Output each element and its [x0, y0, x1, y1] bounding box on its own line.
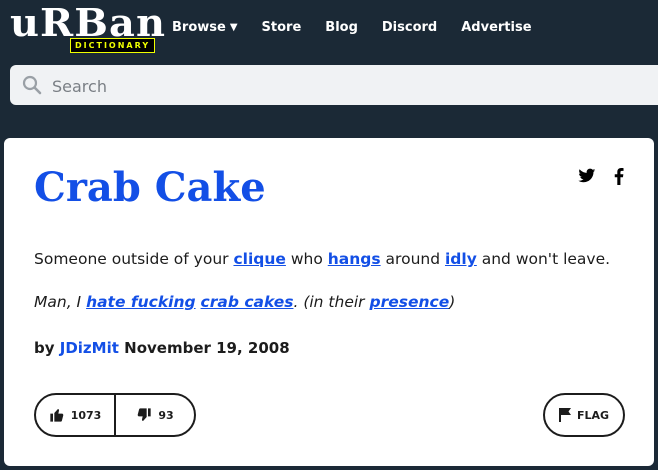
flag-label: FLAG	[576, 408, 610, 422]
nav-advertise[interactable]: Advertise	[461, 20, 531, 35]
downvote-count: 93	[158, 408, 174, 422]
search-icon	[22, 75, 42, 95]
search-input[interactable]	[50, 70, 654, 102]
caret-down-icon: ▼	[229, 22, 238, 33]
downvote-button[interactable]: 93	[116, 395, 194, 435]
thumbs-down-icon	[138, 408, 152, 421]
top-navigation-bar: uRBan DICTIONARY Browse ▼ Store Blog Dis…	[0, 0, 658, 64]
link-hate-fucking[interactable]: hate fucking	[86, 293, 196, 311]
share-buttons	[578, 168, 624, 189]
definition-example: Man, I hate fucking crab cakes. (in thei…	[34, 291, 634, 313]
twitter-icon[interactable]	[578, 168, 596, 189]
definition-card: Crab Cake Someone outside of your clique…	[4, 138, 654, 466]
example-text: Man, I	[34, 293, 87, 311]
contributor-by: by	[34, 339, 55, 357]
upvote-button[interactable]: 1073	[36, 395, 114, 435]
nav-blog[interactable]: Blog	[325, 20, 358, 35]
meaning-text: who	[285, 250, 328, 268]
meaning-text: and won't leave.	[476, 250, 611, 268]
nav-store[interactable]: Store	[262, 20, 302, 35]
search-bar	[10, 65, 658, 105]
vote-buttons: 1073 93	[34, 393, 196, 437]
facebook-icon[interactable]	[614, 168, 624, 189]
logo-subtitle: DICTIONARY	[70, 38, 156, 53]
urban-dictionary-logo[interactable]: uRBan DICTIONARY	[10, 4, 165, 56]
contributor-line: by JDizMit November 19, 2008	[34, 337, 290, 359]
link-hangs[interactable]: hangs	[328, 250, 381, 268]
thumbs-up-icon	[50, 409, 63, 422]
nav-browse[interactable]: Browse ▼	[172, 20, 238, 35]
link-presence[interactable]: presence	[369, 293, 449, 311]
link-idly[interactable]: idly	[445, 250, 477, 268]
example-text: . (in their	[293, 293, 370, 311]
definition-word[interactable]: Crab Cake	[34, 168, 266, 208]
nav-browse-label: Browse	[172, 20, 226, 35]
contribution-date: November 19, 2008	[124, 339, 290, 357]
author-link[interactable]: JDizMit	[60, 339, 119, 357]
link-crab-cakes[interactable]: crab cakes	[201, 293, 294, 311]
meaning-text: around	[380, 250, 445, 268]
example-text: )	[449, 293, 456, 311]
definition-meaning: Someone outside of your clique who hangs…	[34, 248, 634, 270]
link-clique[interactable]: clique	[233, 250, 285, 268]
flag-button[interactable]: FLAG	[543, 393, 625, 437]
meaning-text: Someone outside of your	[34, 250, 234, 268]
main-nav: Browse ▼ Store Blog Discord Advertise	[172, 20, 556, 35]
flag-icon	[558, 408, 571, 422]
logo-wordmark: uRBan	[10, 0, 167, 45]
nav-discord[interactable]: Discord	[382, 20, 437, 35]
upvote-count: 1073	[70, 408, 102, 422]
